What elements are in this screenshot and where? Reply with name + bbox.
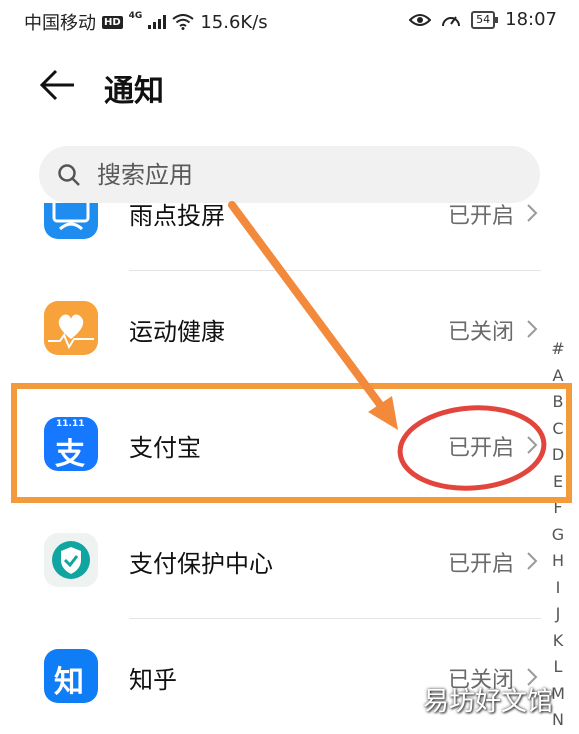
annotation-ellipse — [397, 405, 547, 491]
annotation-overlay — [228, 201, 547, 491]
annotation-arrow — [228, 201, 388, 414]
watermark: 易坊好文馆 — [422, 687, 553, 717]
